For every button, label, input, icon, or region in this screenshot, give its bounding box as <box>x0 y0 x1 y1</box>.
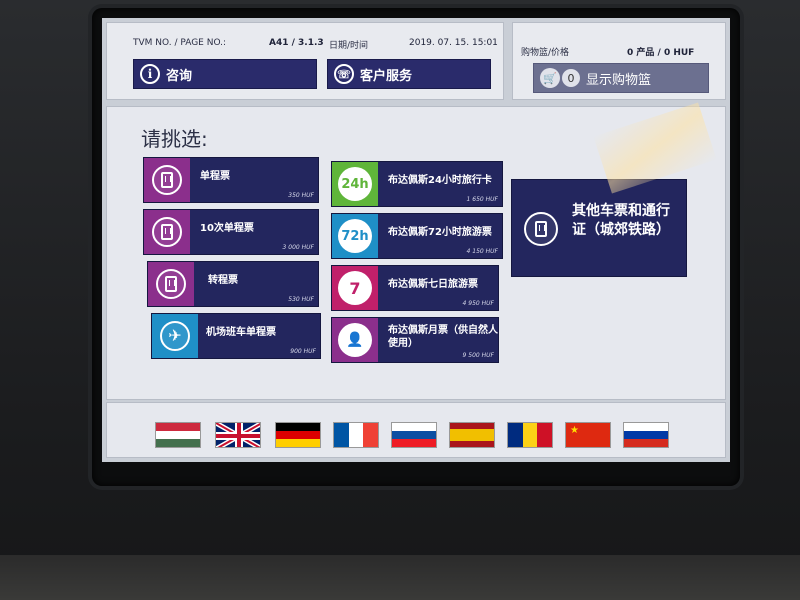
24h-badge-icon: 24h <box>338 167 372 201</box>
slovak-flag-icon[interactable] <box>391 422 437 448</box>
ticket-name: 布达佩斯七日旅游票 <box>388 279 478 290</box>
ticket-icon <box>161 172 173 188</box>
other-tickets-tile[interactable]: 其他车票和通行证（城郊铁路） <box>511 179 687 277</box>
cart-icon: 🛒 <box>540 68 560 88</box>
ticket-name: 机场班车单程票 <box>206 327 276 338</box>
tile-icon-bg: 24h <box>332 162 378 206</box>
ticket-name: 转程票 <box>208 275 238 286</box>
ticket-block-icon <box>161 224 173 240</box>
tvm-label: TVM NO. / PAGE NO.: <box>133 38 227 48</box>
7day-badge-icon: 7 <box>338 271 372 305</box>
info-button[interactable]: i 咨询 <box>133 59 317 89</box>
ten-ride-ticket-tile[interactable]: 10次单程票 3 000 HUF <box>143 209 319 255</box>
french-flag-icon[interactable] <box>333 422 379 448</box>
hungarian-flag-icon[interactable] <box>155 422 201 448</box>
tile-icon-bg: 72h <box>332 214 378 258</box>
other-tickets-label: 其他车票和通行证（城郊铁路） <box>572 203 670 238</box>
ticket-price: 350 HUF <box>288 192 314 199</box>
transfer-ticket-icon <box>165 276 177 292</box>
german-flag-icon[interactable] <box>275 422 321 448</box>
ticket-machine-screen: TVM NO. / PAGE NO.: A41 / 3.1.3 日期/时间 20… <box>102 18 730 462</box>
ticket-price: 530 HUF <box>288 296 314 303</box>
cart-panel: 购物篮/价格 0 产品 / 0 HUF 🛒 0 显示购物篮 <box>512 22 726 100</box>
ticket-name: 单程票 <box>200 171 230 182</box>
header-info-panel: TVM NO. / PAGE NO.: A41 / 3.1.3 日期/时间 20… <box>106 22 504 100</box>
spanish-flag-icon[interactable] <box>449 422 495 448</box>
tile-icon-bg: 👤 <box>332 318 378 362</box>
datetime-value: 2019. 07. 15. 15:01 <box>409 38 498 48</box>
pass-7day-tile[interactable]: 7 布达佩斯七日旅游票 4 950 HUF <box>331 265 499 311</box>
info-button-label: 咨询 <box>166 68 193 84</box>
cart-value: 0 产品 / 0 HUF <box>627 48 695 58</box>
ticket-name: 布达佩斯24小时旅行卡 <box>388 175 492 186</box>
ticket-name: 布达佩斯月票（供自然人使用） <box>388 325 498 349</box>
ticket-icon <box>535 221 547 237</box>
selection-prompt: 请挑选: <box>141 127 208 151</box>
pass-72h-tile[interactable]: 72h 布达佩斯72小时旅游票 4 150 HUF <box>331 213 503 259</box>
customer-service-label: 客户服务 <box>360 68 413 84</box>
person-icon: 👤 <box>338 323 372 357</box>
russian-flag-icon[interactable] <box>623 422 669 448</box>
datetime-label: 日期/时间 <box>329 41 369 51</box>
ticket-price: 1 650 HUF <box>466 196 498 203</box>
tile-icon-bg: ✈ <box>152 314 198 358</box>
ticket-name: 布达佩斯72小时旅游票 <box>388 227 492 238</box>
monthly-pass-tile[interactable]: 👤 布达佩斯月票（供自然人使用） 9 500 HUF <box>331 317 499 363</box>
pass-24h-tile[interactable]: 24h 布达佩斯24小时旅行卡 1 650 HUF <box>331 161 503 207</box>
ticket-price: 4 150 HUF <box>466 248 498 255</box>
tile-icon-bg <box>144 210 190 254</box>
show-cart-label: 显示购物篮 <box>586 72 652 88</box>
ticket-price: 9 500 HUF <box>462 352 494 359</box>
ticket-price: 3 000 HUF <box>282 244 314 251</box>
show-cart-button[interactable]: 🛒 0 显示购物篮 <box>533 63 709 93</box>
cart-label: 购物篮/价格 <box>521 48 570 58</box>
language-flag-bar: ★ <box>106 402 726 458</box>
romanian-flag-icon[interactable] <box>507 422 553 448</box>
ticket-name: 10次单程票 <box>200 223 254 234</box>
chinese-flag-icon[interactable]: ★ <box>565 422 611 448</box>
tile-icon-bg: 7 <box>332 266 378 310</box>
tile-icon-bg <box>148 262 194 306</box>
ticket-price: 900 HUF <box>290 348 316 355</box>
tvm-value: A41 / 3.1.3 <box>269 38 324 48</box>
airport-shuttle-ticket-tile[interactable]: ✈ 机场班车单程票 900 HUF <box>151 313 321 359</box>
single-ticket-tile[interactable]: 单程票 350 HUF <box>143 157 319 203</box>
ticket-selection-panel: 请挑选: 单程票 350 HUF 10次单程票 3 000 HUF 转程票 53… <box>106 106 726 400</box>
info-icon: i <box>140 64 160 84</box>
transfer-ticket-tile[interactable]: 转程票 530 HUF <box>147 261 319 307</box>
customer-service-button[interactable]: ☏ 客户服务 <box>327 59 491 89</box>
airplane-icon: ✈ <box>168 326 182 345</box>
72h-badge-icon: 72h <box>338 219 372 253</box>
ticket-price: 4 950 HUF <box>462 300 494 307</box>
tile-icon-bg <box>144 158 190 202</box>
cart-count-badge: 0 <box>562 69 580 87</box>
english-flag-icon[interactable] <box>215 422 261 448</box>
phone-icon: ☏ <box>334 64 354 84</box>
kiosk-base <box>0 555 800 600</box>
